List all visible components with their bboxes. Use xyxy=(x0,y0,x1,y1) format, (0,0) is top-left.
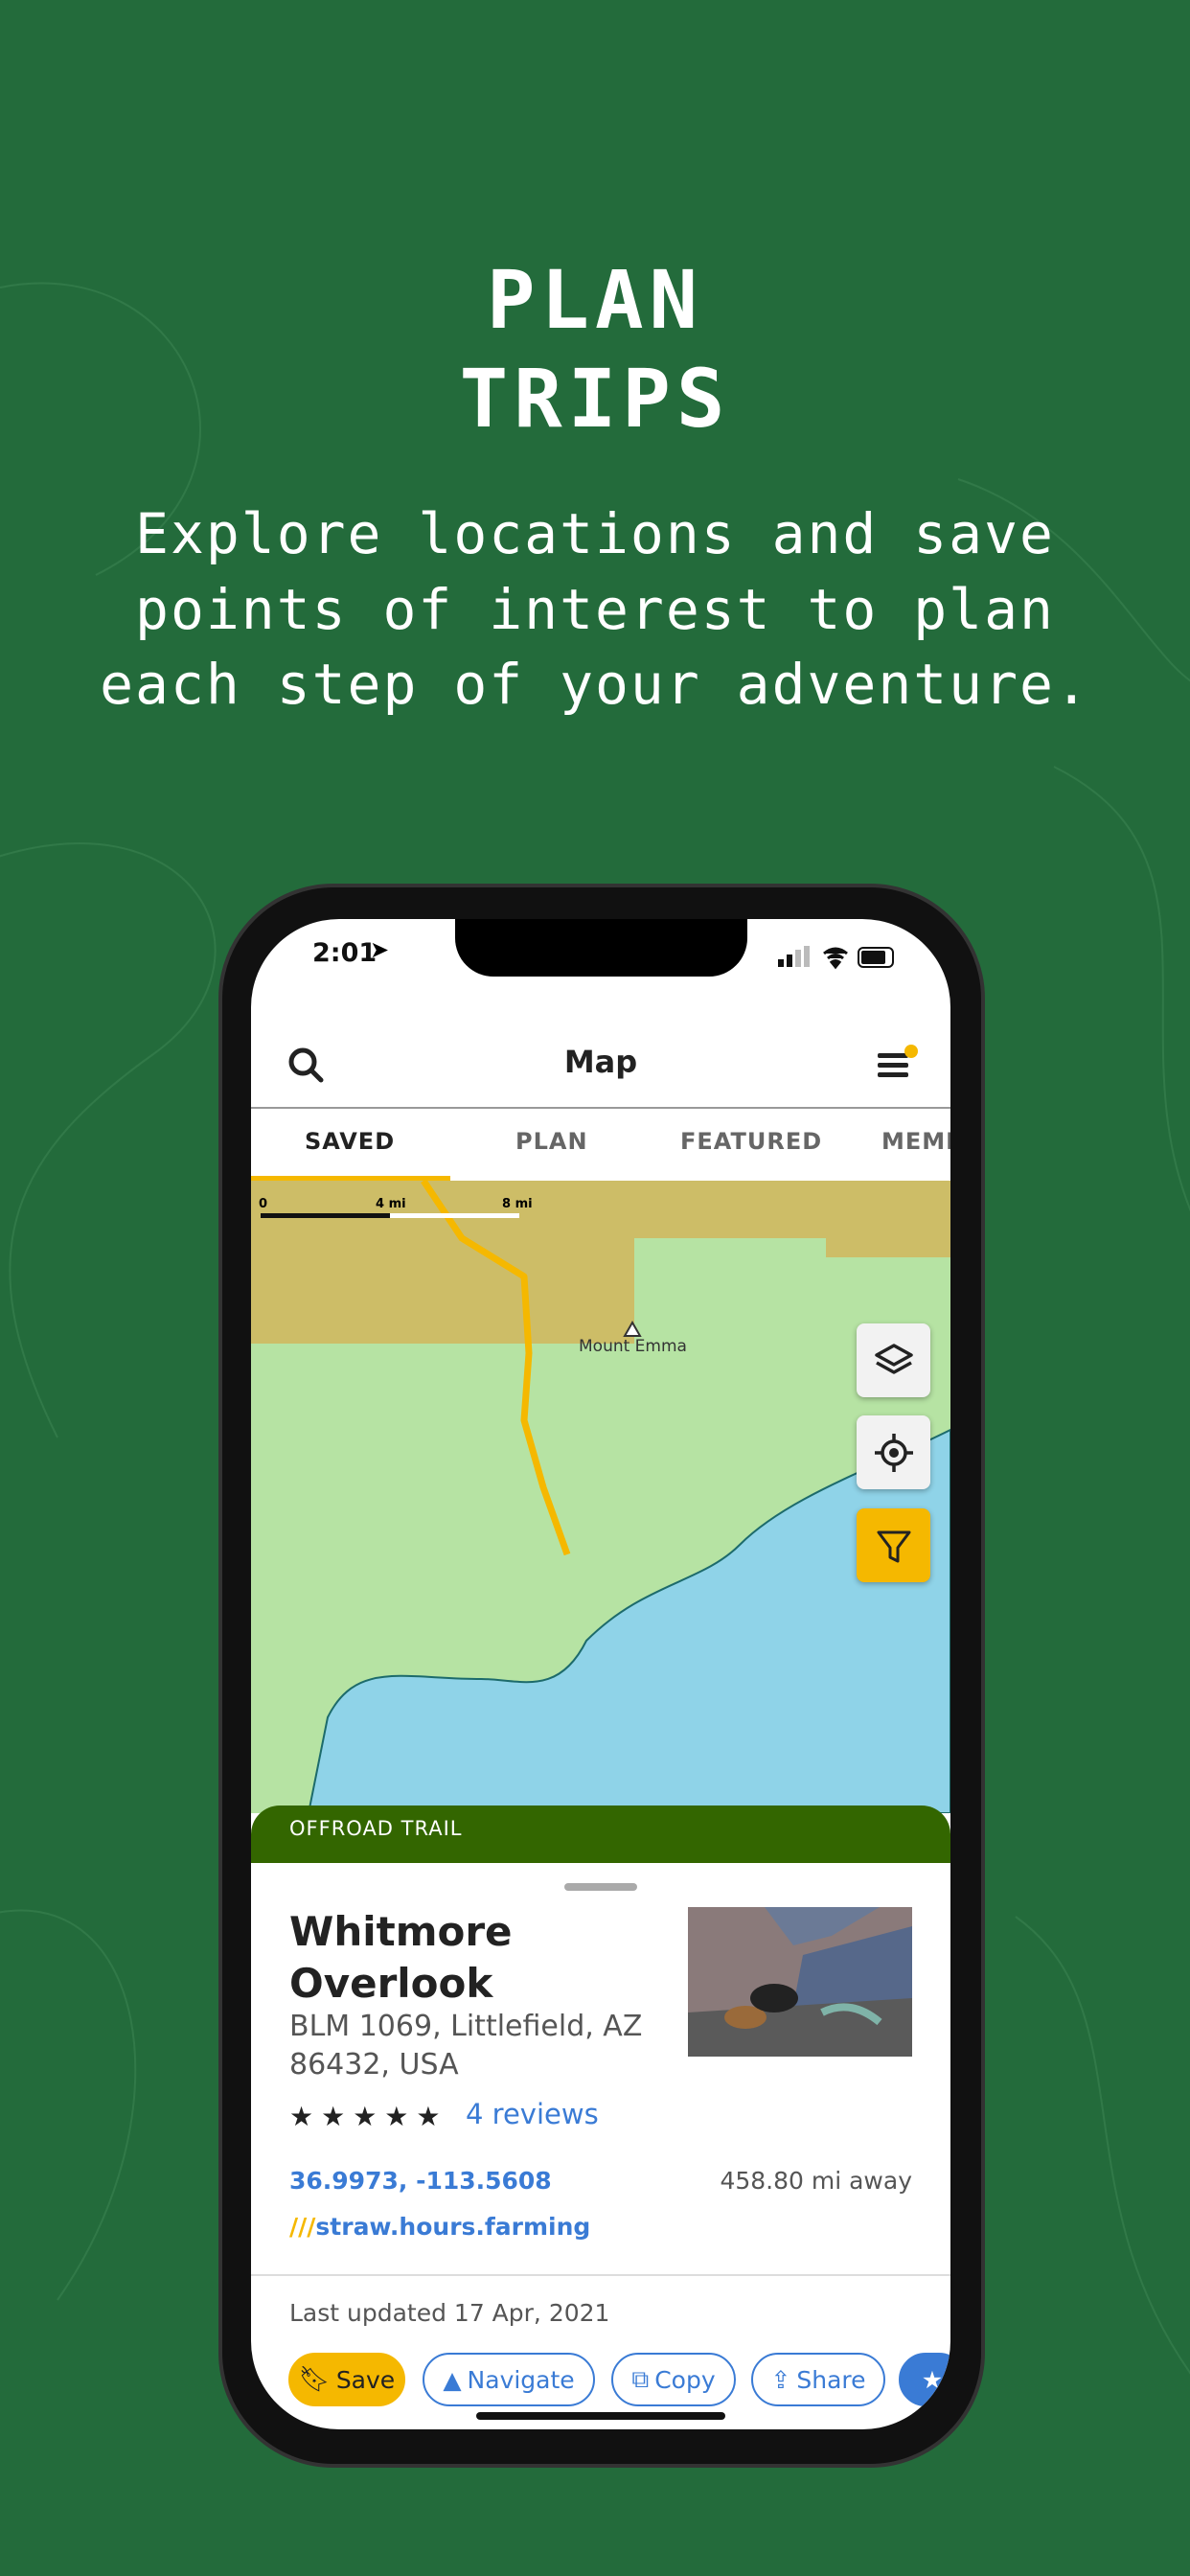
header-divider xyxy=(251,1107,950,1109)
favorite-button[interactable]: ★ xyxy=(899,2353,950,2406)
copy-icon: ⧉ xyxy=(631,2365,650,2393)
tab-members[interactable]: MEMBERS xyxy=(881,1128,950,1155)
scale-0: 0 xyxy=(259,1197,268,1211)
last-updated: Last updated 17 Apr, 2021 xyxy=(289,2299,610,2327)
w3w-prefix: /// xyxy=(289,2213,316,2241)
share-label: Share xyxy=(796,2365,866,2394)
drag-handle[interactable] xyxy=(564,1883,637,1891)
distance: 458.80 mi away xyxy=(720,2167,912,2195)
notch xyxy=(455,919,747,977)
layers-button[interactable] xyxy=(857,1323,930,1397)
home-indicator xyxy=(476,2412,725,2420)
promo-subtitle-3: each step of your adventure. xyxy=(100,652,1090,717)
crosshair-icon xyxy=(874,1433,913,1472)
place-address: BLM 1069, Littlefield, AZ 86432, USA xyxy=(289,2010,643,2082)
filter-icon xyxy=(877,1530,910,1562)
filter-button[interactable] xyxy=(857,1508,930,1582)
navigate-button[interactable]: ▲ Navigate xyxy=(423,2353,595,2406)
share-icon: ⇪ xyxy=(770,2365,791,2394)
navigate-arrow-icon: ▲ xyxy=(443,2365,462,2394)
location-arrow-icon: ➤ xyxy=(370,936,390,963)
what3words[interactable]: ///straw.hours.farming xyxy=(289,2213,590,2241)
rating-stars: ★★★★★ xyxy=(289,2101,448,2132)
layers-icon xyxy=(874,1343,913,1374)
status-time: 2:01 xyxy=(312,938,378,968)
scale-8mi: 8 mi xyxy=(502,1197,533,1211)
place-photo[interactable] xyxy=(688,1907,912,2057)
locate-button[interactable] xyxy=(857,1415,930,1489)
status-icons xyxy=(778,946,894,970)
phone-screen: 2:01 ➤ Map SAVED PLAN FEATURED MEMBERS 0… xyxy=(251,919,950,2429)
scale-4mi: 4 mi xyxy=(376,1197,406,1211)
promo-title-line2: TRIPS xyxy=(459,352,731,446)
page-title: Map xyxy=(563,1044,638,1080)
promo-subtitle-2: points of interest to plan xyxy=(135,577,1055,642)
tab-saved[interactable]: SAVED xyxy=(305,1128,395,1155)
tab-plan[interactable]: PLAN xyxy=(515,1128,588,1155)
category-bar: OFFROAD TRAIL xyxy=(251,1806,950,1863)
bookmark-icon: 🔖︎ xyxy=(298,2365,331,2394)
promo-title-line1: PLAN xyxy=(486,253,704,347)
star-icon: ★ xyxy=(921,2365,944,2394)
navigate-label: Navigate xyxy=(467,2365,575,2394)
share-button[interactable]: ⇪ Share xyxy=(751,2353,885,2406)
copy-button[interactable]: ⧉ Copy xyxy=(611,2353,736,2406)
menu-icon[interactable] xyxy=(876,1044,920,1082)
map-place-label: Mount Emma xyxy=(579,1337,687,1356)
coordinates[interactable]: 36.9973, -113.5608 xyxy=(289,2167,552,2195)
save-button[interactable]: 🔖︎ Save xyxy=(288,2353,405,2406)
copy-label: Copy xyxy=(654,2365,716,2394)
map-view[interactable] xyxy=(251,1181,950,1813)
place-title: Whitmore Overlook xyxy=(289,1908,513,2007)
reviews-link[interactable]: 4 reviews xyxy=(466,2098,599,2130)
promo-subtitle-1: Explore locations and save xyxy=(135,501,1055,566)
tab-featured[interactable]: FEATURED xyxy=(680,1128,822,1155)
w3w-address: straw.hours.farming xyxy=(315,2213,591,2241)
card-divider xyxy=(251,2274,950,2276)
save-label: Save xyxy=(335,2365,396,2394)
